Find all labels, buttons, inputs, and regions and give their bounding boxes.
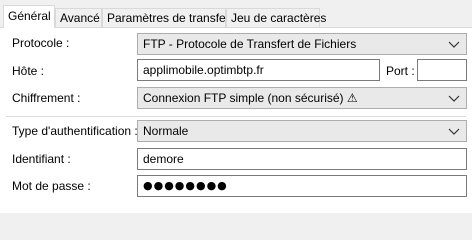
tab-advanced[interactable]: Avancé — [55, 8, 102, 27]
port-label: Port : — [386, 64, 415, 78]
section-divider — [6, 116, 466, 117]
protocol-value: FTP - Protocole de Transfert de Fichiers — [143, 37, 357, 51]
chevron-down-icon — [448, 41, 460, 48]
protocol-label: Protocole : — [12, 36, 70, 50]
host-label: Hôte : — [12, 64, 45, 78]
port-input[interactable] — [417, 59, 467, 81]
tab-general[interactable]: Général — [3, 5, 55, 28]
user-label: Identifiant : — [12, 152, 71, 166]
tab-charset[interactable]: Jeu de caractères — [226, 8, 326, 27]
password-label: Mot de passe : — [12, 179, 91, 193]
host-input[interactable]: applimobile.optimbtp.fr — [137, 59, 380, 81]
auth-type-label: Type d'authentification : — [12, 124, 138, 138]
encryption-value: Connexion FTP simple (non sécurisé) ⚠ — [143, 91, 358, 105]
encryption-select[interactable]: Connexion FTP simple (non sécurisé) ⚠ — [137, 87, 467, 109]
tab-bar: Général Avancé Paramètres de transfert J… — [0, 0, 472, 28]
chevron-down-icon — [448, 128, 460, 135]
encryption-label: Chiffrement : — [12, 91, 81, 105]
general-panel: Protocole : FTP - Protocole de Transfert… — [0, 28, 472, 213]
chevron-down-icon — [448, 95, 460, 102]
user-input[interactable]: demore — [137, 148, 467, 170]
auth-type-value: Normale — [143, 124, 189, 138]
auth-type-select[interactable]: Normale — [137, 120, 467, 142]
tab-transfer-settings[interactable]: Paramètres de transfert — [102, 8, 233, 27]
password-input[interactable]: ●●●●●●●● — [137, 175, 467, 197]
protocol-select[interactable]: FTP - Protocole de Transfert de Fichiers — [137, 33, 467, 55]
